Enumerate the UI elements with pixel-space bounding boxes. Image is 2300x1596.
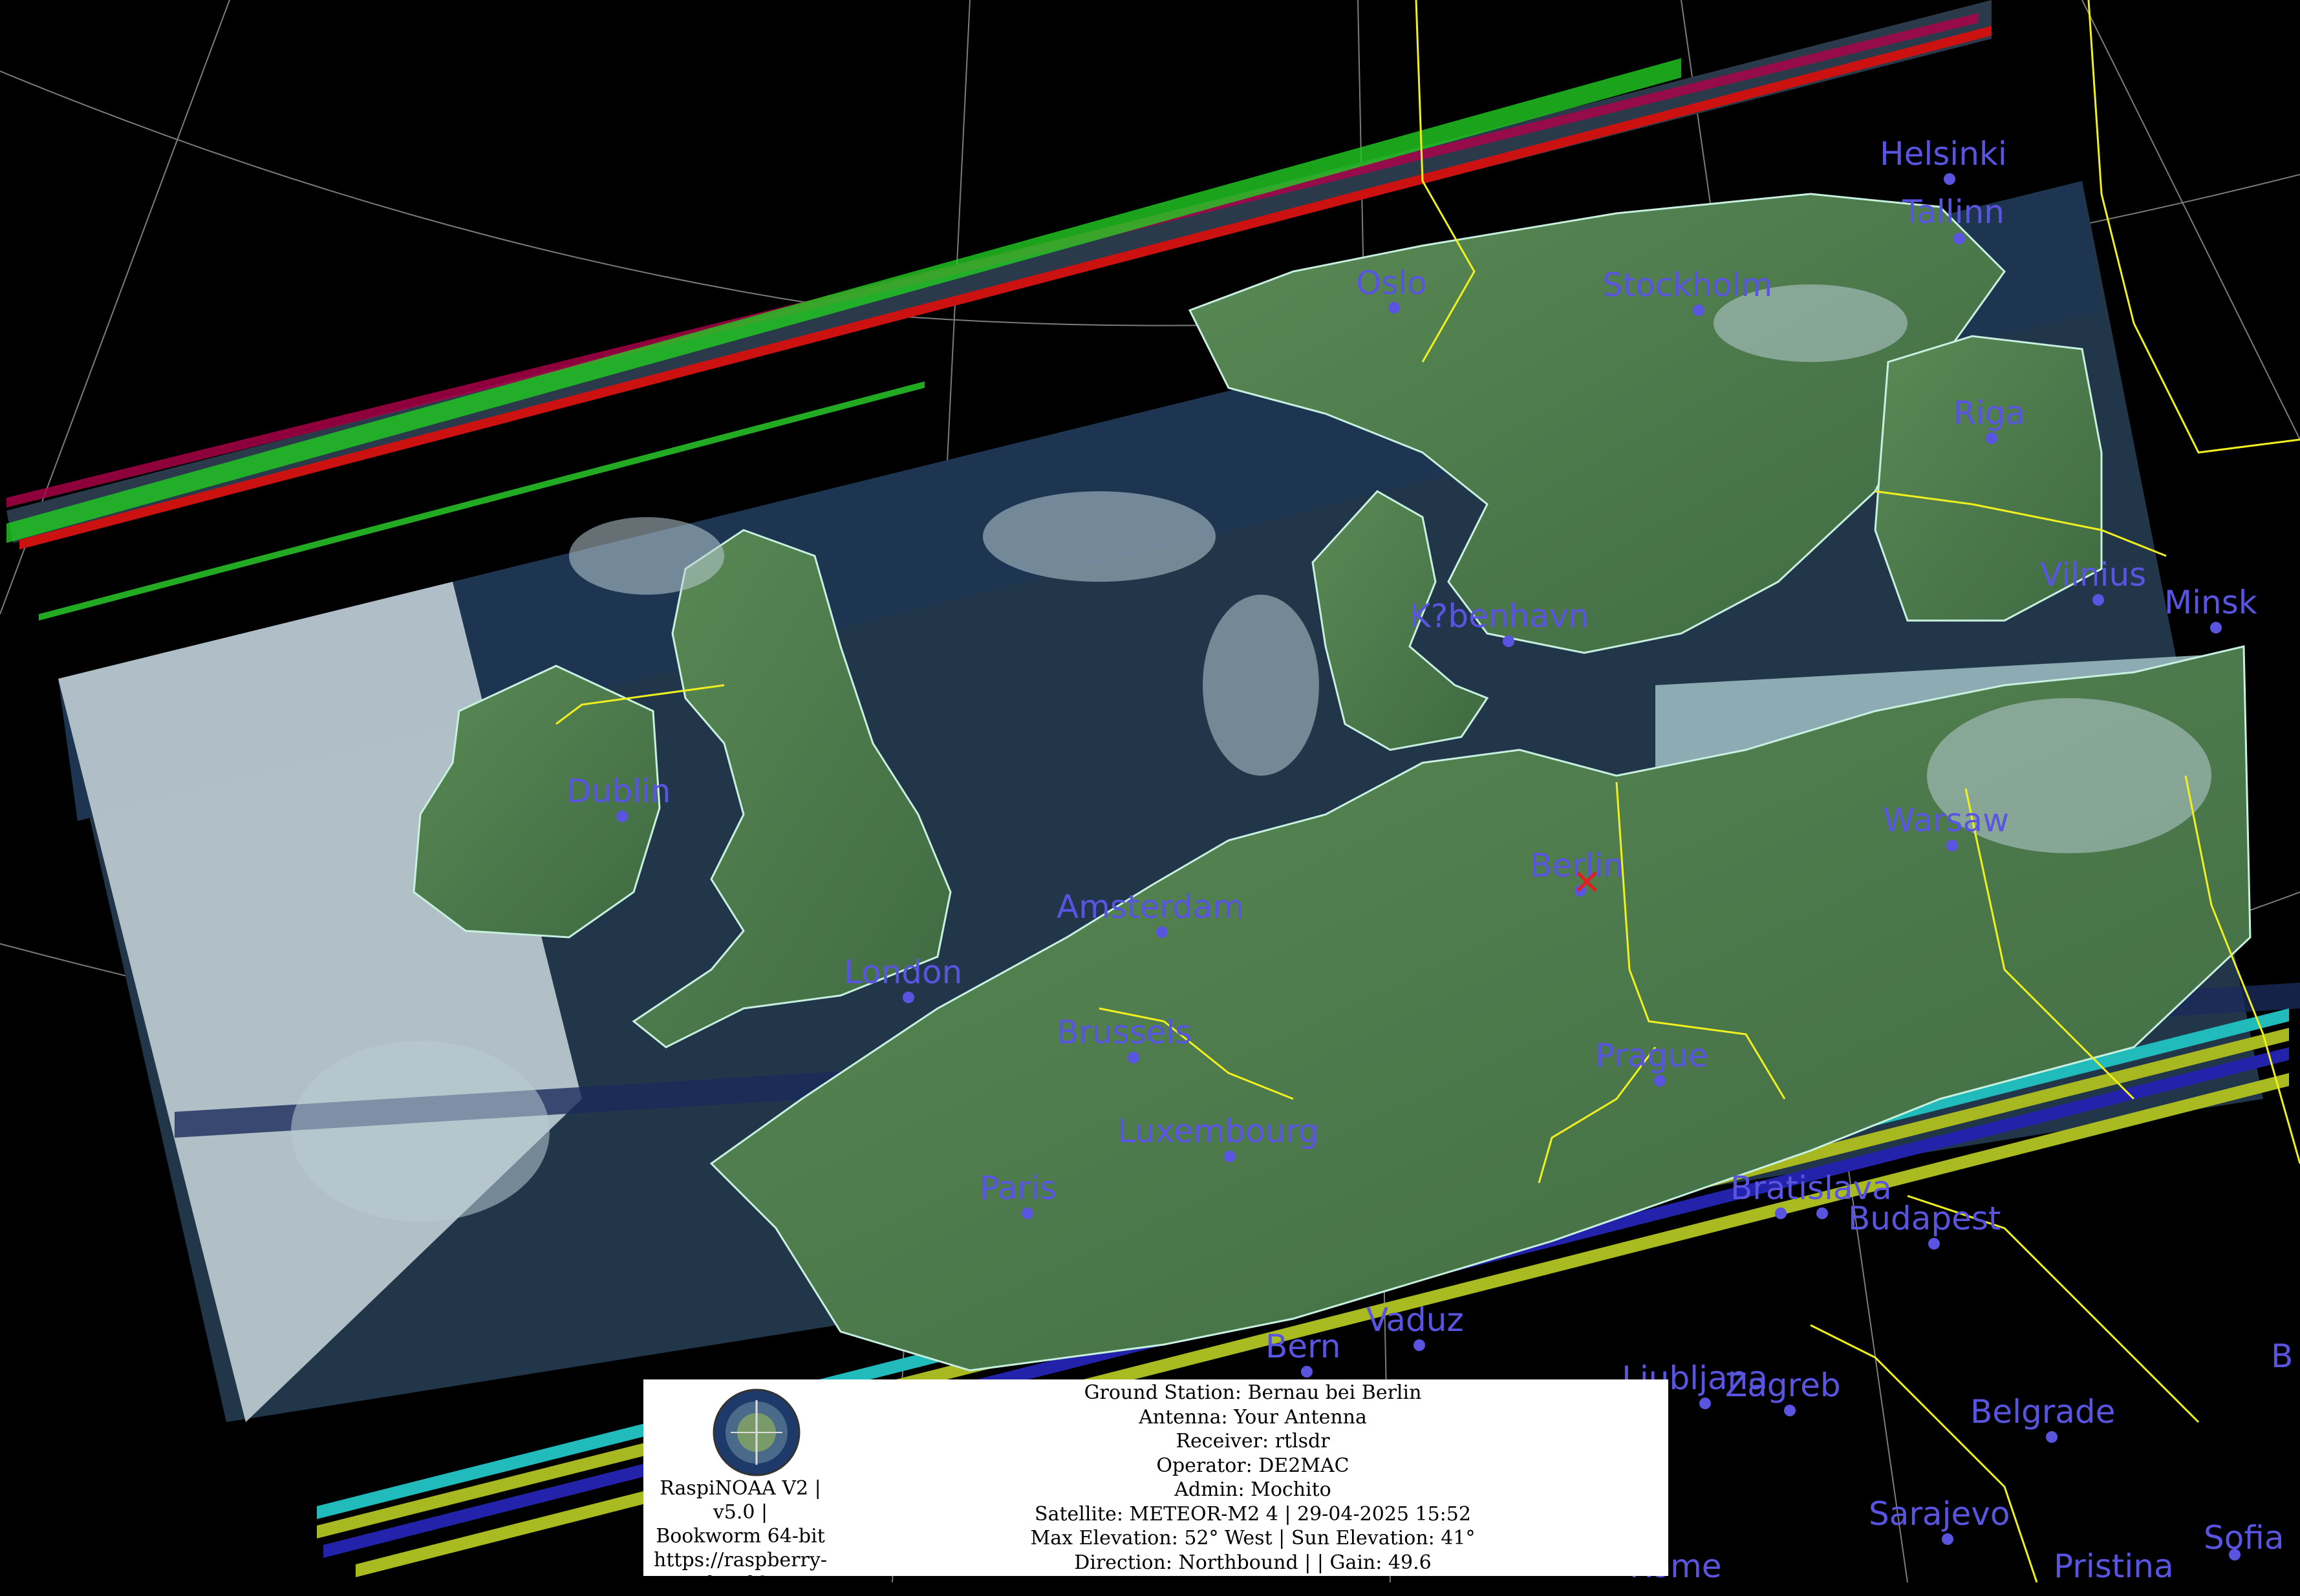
city-b-partial: B	[2271, 1337, 2293, 1375]
svg-text:Zagreb: Zagreb	[1725, 1367, 1841, 1404]
svg-text:Luxembourg: Luxembourg	[1117, 1112, 1319, 1150]
software-os: Bookworm 64-bit	[656, 1525, 825, 1548]
city-sofia: Sofia	[2204, 1519, 2284, 1560]
svg-text:Dublin: Dublin	[566, 772, 671, 810]
svg-text:London: London	[844, 953, 962, 991]
svg-text:Prague: Prague	[1595, 1037, 1708, 1074]
pass-info-panel: RaspiNOAA V2 | v5.0 | Bookworm 64-bit ht…	[643, 1379, 1668, 1595]
svg-text:Pristina: Pristina	[2054, 1548, 2174, 1582]
svg-text:Berlin: Berlin	[1530, 847, 1624, 884]
svg-text:Bern: Bern	[1265, 1328, 1340, 1365]
satellite-pass: Satellite: METEOR-M2 4 | 29-04-2025 15:5…	[1035, 1502, 1471, 1526]
svg-text:Riga: Riga	[1953, 394, 2025, 432]
svg-text:Helsinki: Helsinki	[1880, 135, 2007, 173]
direction-gain: Direction: Northbound | | Gain: 49.6	[1074, 1551, 1432, 1574]
antenna: Antenna: Your Antenna	[1139, 1405, 1367, 1429]
svg-text:Tallinn: Tallinn	[1902, 193, 2004, 231]
svg-text:Vaduz: Vaduz	[1366, 1301, 1464, 1339]
svg-text:Brussels: Brussels	[1057, 1014, 1192, 1051]
svg-text:K?benhavn: K?benhavn	[1410, 597, 1589, 635]
svg-text:B: B	[2271, 1337, 2293, 1375]
software-info: RaspiNOAA V2 | v5.0 | Bookworm 64-bit ht…	[643, 1379, 837, 1595]
software-version: RaspiNOAA V2 | v5.0 |	[660, 1477, 821, 1524]
svg-text:Stockholm: Stockholm	[1602, 266, 1772, 304]
svg-text:Minsk: Minsk	[2164, 584, 2257, 621]
svg-text:Belgrade: Belgrade	[1970, 1393, 2115, 1431]
svg-text:Amsterdam: Amsterdam	[1057, 888, 1244, 926]
svg-text:Sofia: Sofia	[2204, 1519, 2284, 1557]
elevation-info: Max Elevation: 52° West | Sun Elevation:…	[1030, 1527, 1476, 1549]
software-url-1: https://raspberry-	[654, 1549, 827, 1571]
station-logo	[713, 1389, 801, 1476]
receiver: Receiver: rtlsdr	[1176, 1430, 1330, 1452]
svg-text:Paris: Paris	[980, 1169, 1057, 1207]
svg-text:Warsaw: Warsaw	[1883, 802, 2009, 839]
city-vienna	[1775, 1208, 1787, 1219]
svg-text:Oslo: Oslo	[1356, 264, 1427, 302]
admin: Admin: Mochito	[1174, 1478, 1331, 1501]
svg-text:Sarajevo: Sarajevo	[1869, 1495, 2010, 1533]
pass-details: Ground Station: Bernau bei Berlin Antenn…	[837, 1379, 1668, 1577]
svg-text:Budapest: Budapest	[1848, 1200, 2001, 1237]
operator: Operator: DE2MAC	[1156, 1454, 1349, 1477]
software-url-2: noaa.localdomain	[654, 1573, 827, 1595]
ground-station: Ground Station: Bernau bei Berlin	[1084, 1381, 1422, 1404]
svg-text:Vilnius: Vilnius	[2040, 556, 2146, 593]
city-pristina: Pristina	[2054, 1548, 2174, 1582]
satellite-map: Helsinki Tallinn Oslo Stockholm Riga Vil…	[0, 0, 2300, 1582]
